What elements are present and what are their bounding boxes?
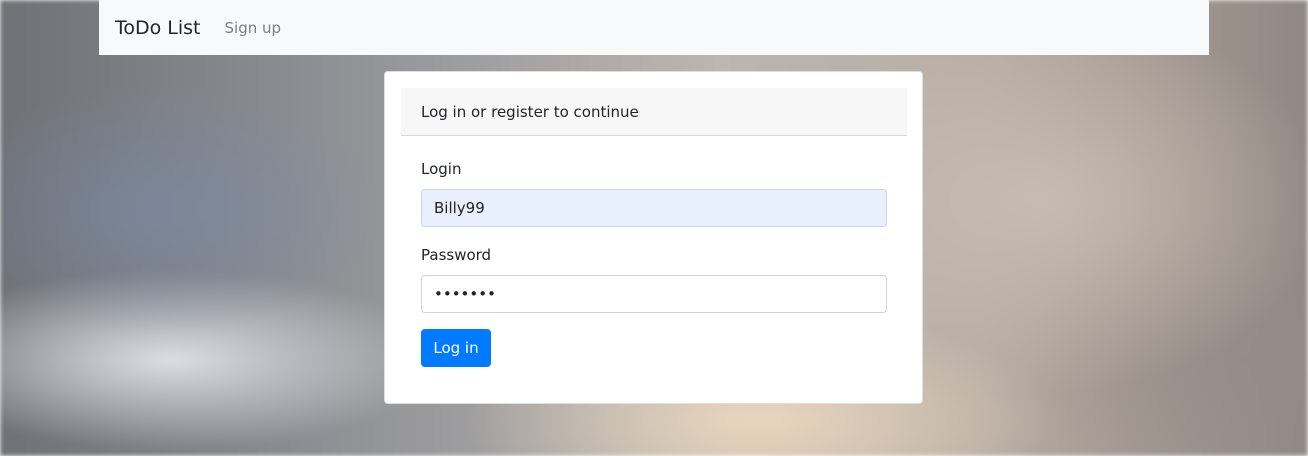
login-button[interactable]: Log in (421, 329, 491, 367)
login-card: Log in or register to continue Login Pas… (384, 71, 923, 404)
login-input[interactable] (421, 189, 887, 227)
brand-link[interactable]: ToDo List (115, 17, 201, 39)
login-label: Login (421, 160, 462, 178)
signup-link[interactable]: Sign up (225, 19, 282, 37)
password-label: Password (421, 246, 492, 264)
navbar: ToDo List Sign up (99, 0, 1209, 55)
password-input[interactable] (421, 275, 887, 313)
card-header: Log in or register to continue (401, 88, 907, 136)
